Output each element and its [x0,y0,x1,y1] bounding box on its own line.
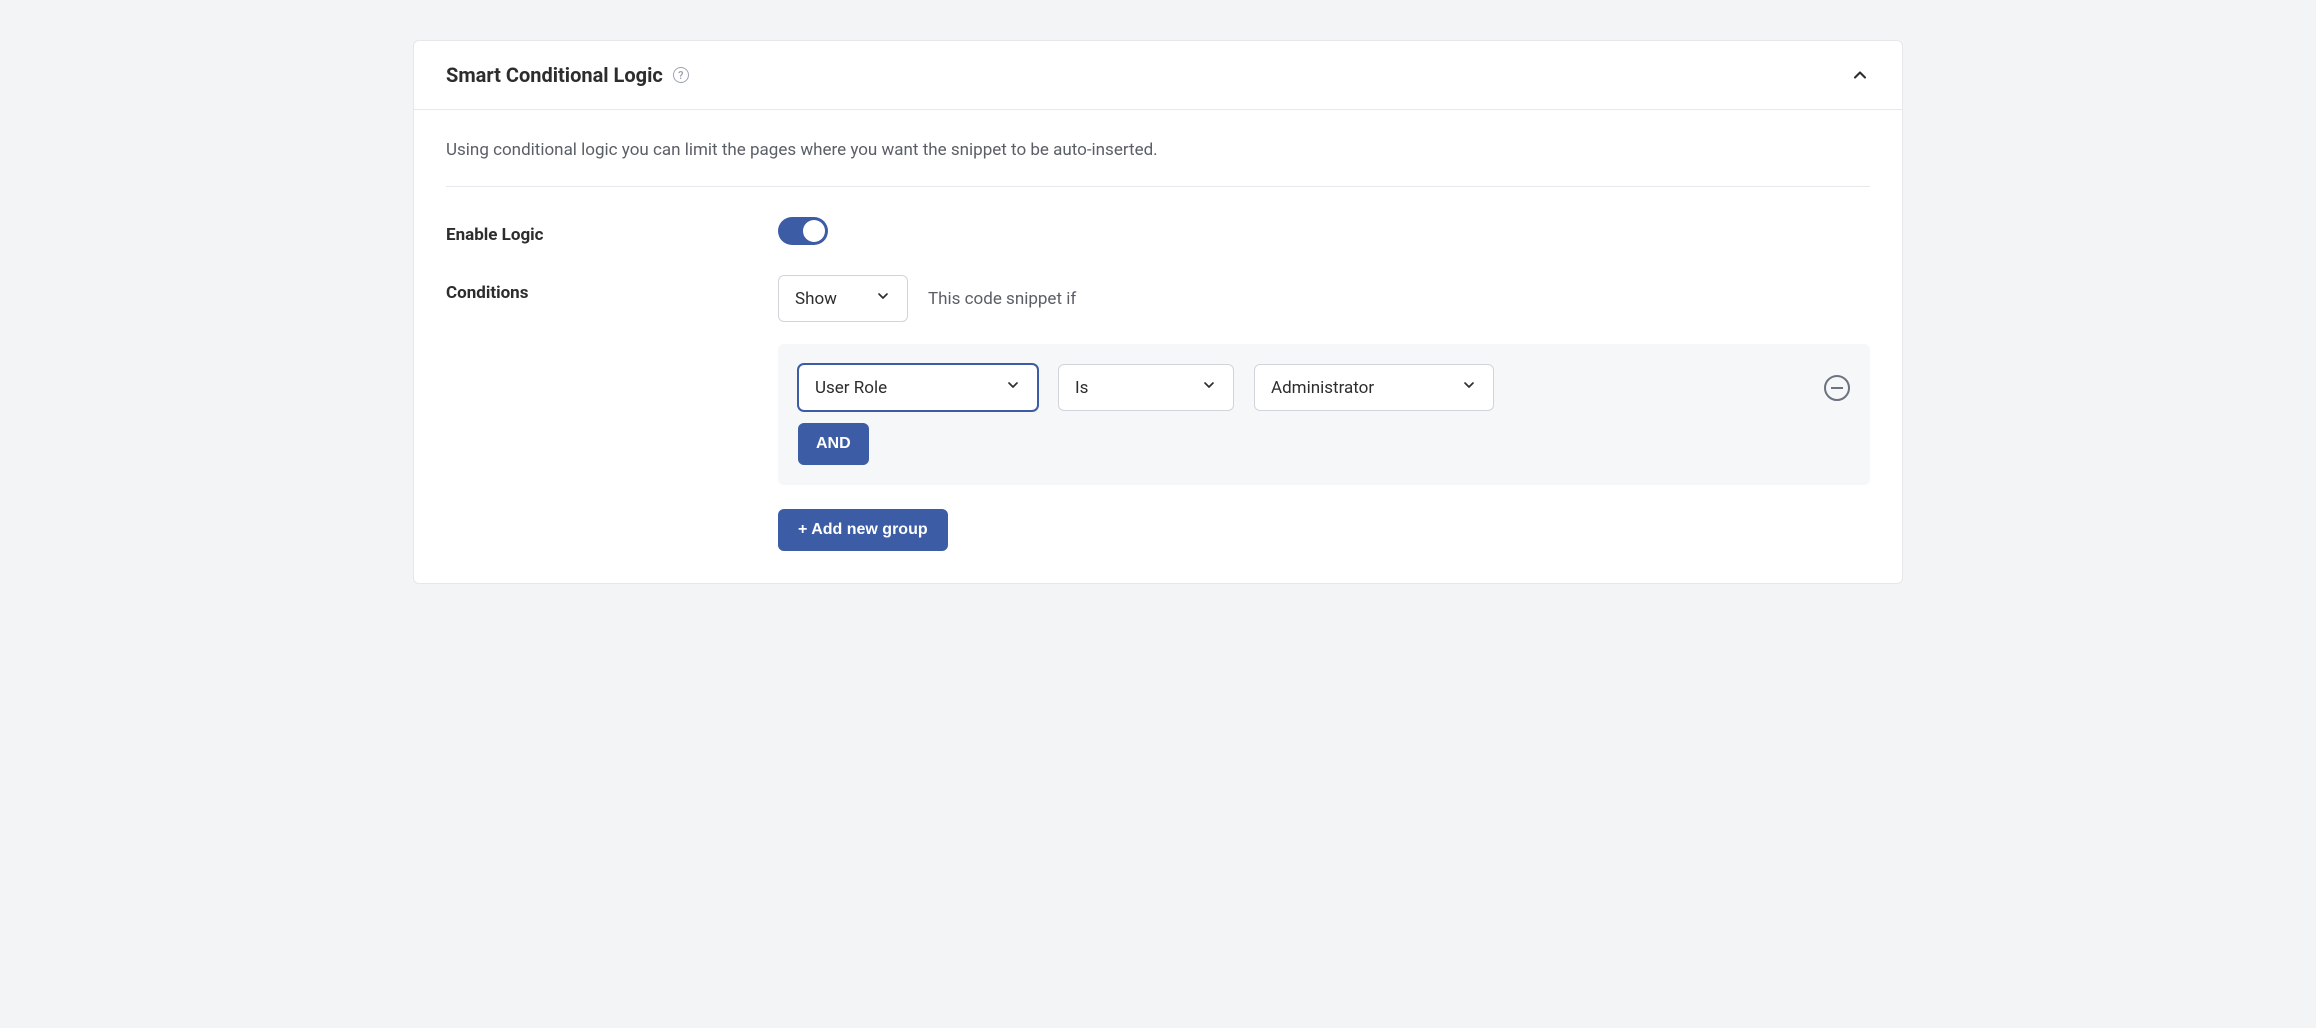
help-icon[interactable]: ? [673,67,689,83]
condition-rule-row: User Role Is [798,364,1850,411]
condition-action-row: Show This code snippet if [778,275,1870,322]
conditional-logic-card: Smart Conditional Logic ? Using conditio… [413,40,1903,584]
enable-logic-control [778,217,1870,245]
and-button[interactable]: AND [798,423,869,465]
card-title: Smart Conditional Logic [446,63,663,87]
action-select[interactable]: Show [778,275,908,322]
field-select[interactable]: User Role [798,364,1038,411]
field-select-value: User Role [815,378,887,398]
description-text: Using conditional logic you can limit th… [446,140,1870,160]
chevron-up-icon[interactable] [1850,65,1870,85]
conditions-label: Conditions [446,275,778,303]
enable-logic-toggle[interactable] [778,217,828,245]
card-body: Using conditional logic you can limit th… [414,110,1902,583]
chevron-down-icon [1201,377,1217,398]
value-select[interactable]: Administrator [1254,364,1494,411]
enable-logic-label: Enable Logic [446,217,778,245]
divider [446,186,1870,187]
condition-group: User Role Is [778,344,1870,485]
toggle-knob [803,220,825,242]
conditions-control: Show This code snippet if [778,275,1870,551]
minus-icon [1831,387,1843,389]
card-header[interactable]: Smart Conditional Logic ? [414,41,1902,110]
add-group-button[interactable]: + Add new group [778,509,948,551]
card-title-wrap: Smart Conditional Logic ? [446,63,689,87]
action-select-value: Show [795,289,837,309]
remove-rule-button[interactable] [1824,375,1850,401]
chevron-down-icon [875,288,891,309]
operator-select-value: Is [1075,378,1088,398]
selects-wrap: User Role Is [798,364,1804,411]
suffix-text: This code snippet if [928,289,1076,309]
value-select-value: Administrator [1271,378,1374,398]
chevron-down-icon [1005,377,1021,398]
enable-logic-row: Enable Logic [446,217,1870,245]
conditions-row: Conditions Show This code snippet if [446,275,1870,551]
operator-select[interactable]: Is [1058,364,1234,411]
chevron-down-icon [1461,377,1477,398]
